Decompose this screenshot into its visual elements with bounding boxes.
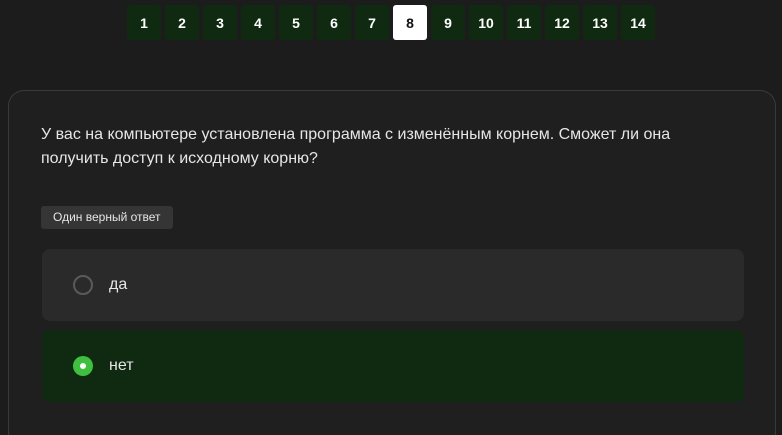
- page-button-3[interactable]: 3: [203, 5, 237, 40]
- page-button-14[interactable]: 14: [621, 5, 655, 40]
- page-button-4[interactable]: 4: [241, 5, 275, 40]
- radio-unchecked-icon[interactable]: [73, 275, 93, 295]
- answer-option-label: да: [109, 276, 128, 293]
- page-button-10[interactable]: 10: [469, 5, 503, 40]
- page-button-8-current[interactable]: 8: [393, 5, 427, 40]
- answer-option-yes[interactable]: да: [42, 249, 744, 321]
- page-button-7[interactable]: 7: [355, 5, 389, 40]
- page-button-5[interactable]: 5: [279, 5, 313, 40]
- page-button-11[interactable]: 11: [507, 5, 541, 40]
- page-button-2[interactable]: 2: [165, 5, 199, 40]
- question-pager: 1 2 3 4 5 6 7 8 9 10 11 12 13 14: [127, 5, 655, 40]
- question-card: У вас на компьютере установлена программ…: [8, 90, 776, 435]
- answer-option-no[interactable]: нет: [42, 330, 744, 402]
- page-button-9[interactable]: 9: [431, 5, 465, 40]
- radio-checked-icon[interactable]: [73, 356, 93, 376]
- answer-option-label: нет: [109, 357, 134, 374]
- page-button-1[interactable]: 1: [127, 5, 161, 40]
- page-button-12[interactable]: 12: [545, 5, 579, 40]
- page-button-13[interactable]: 13: [583, 5, 617, 40]
- page-button-6[interactable]: 6: [317, 5, 351, 40]
- answer-type-badge: Один верный ответ: [41, 206, 173, 229]
- question-text: У вас на компьютере установлена программ…: [41, 126, 671, 167]
